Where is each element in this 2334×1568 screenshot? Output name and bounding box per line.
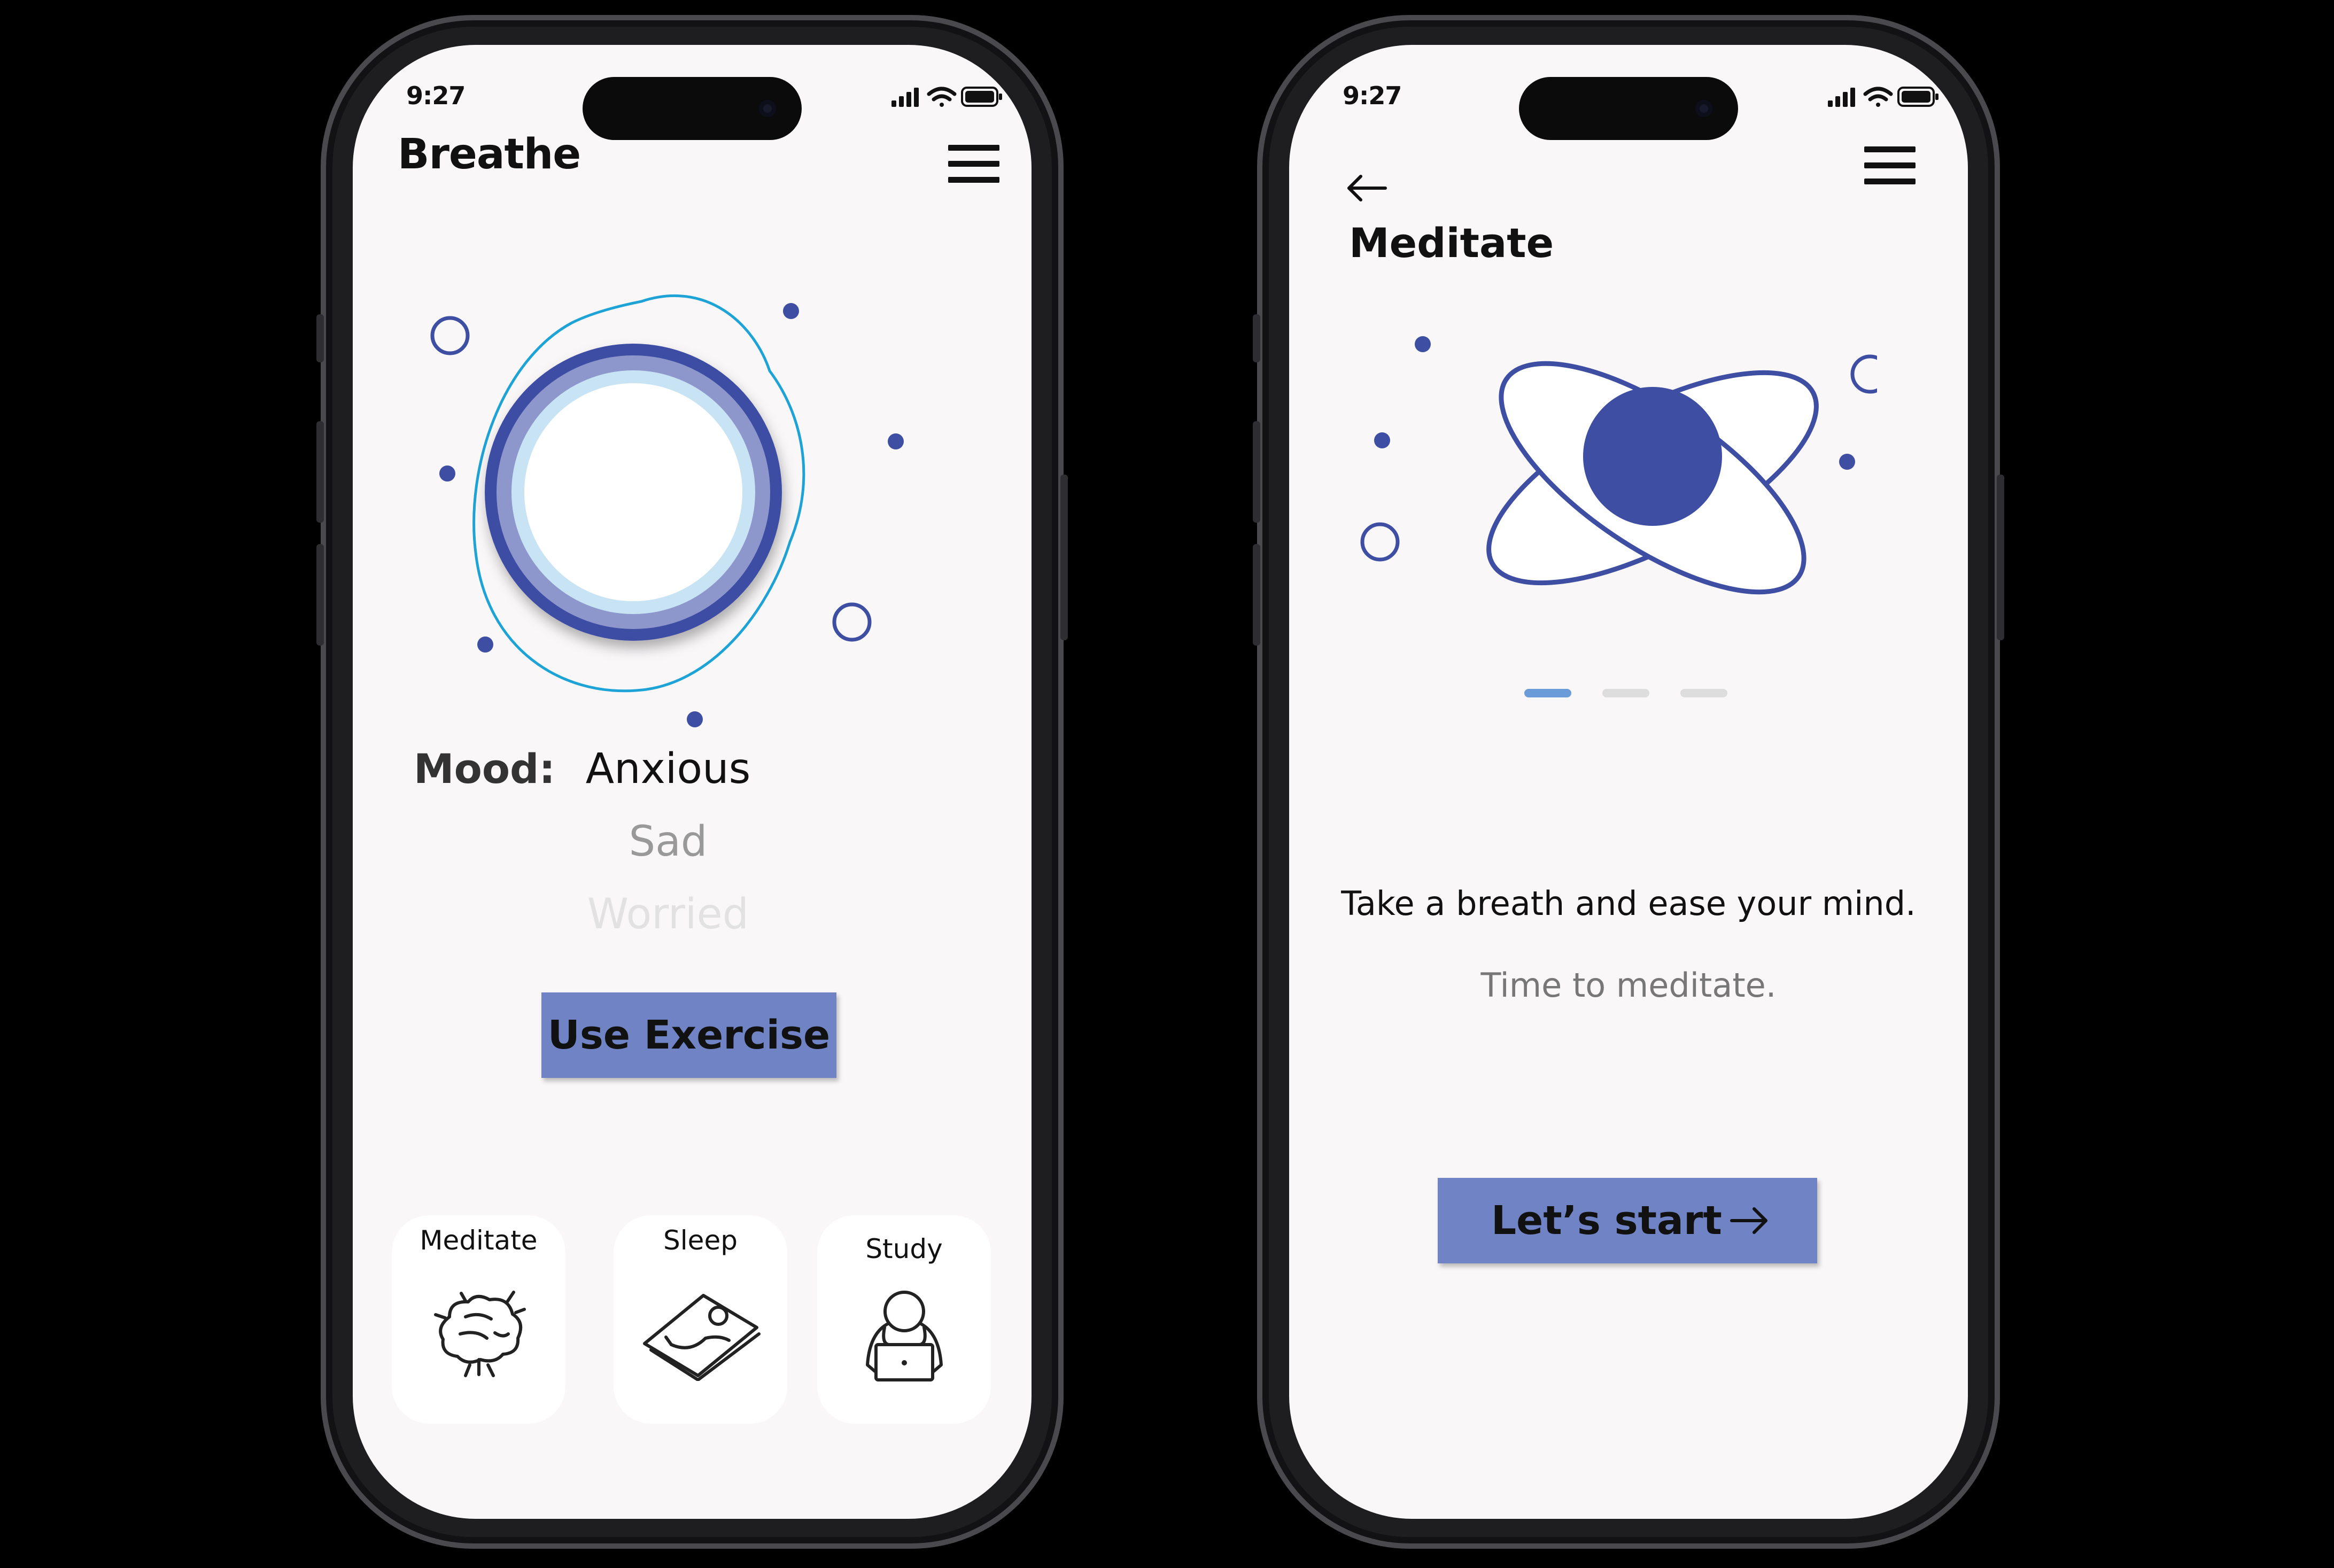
side-button (1253, 314, 1260, 362)
category-label: Sleep (663, 1225, 738, 1256)
breathe-screen: 9:27 Breathe Mood: Anxious Sad Worried U… (353, 45, 1032, 1519)
battery-icon (961, 87, 1002, 107)
wifi-icon (1863, 87, 1893, 107)
mood-option-worried[interactable]: Worried (534, 890, 802, 938)
use-exercise-button[interactable]: Use Exercise (541, 992, 836, 1078)
volume-up-button (316, 421, 324, 523)
decor-ring (1850, 354, 1877, 394)
decor-ring (1360, 522, 1400, 562)
category-card-sleep[interactable]: Sleep (614, 1215, 787, 1424)
power-button (1997, 475, 2004, 640)
decor-ring (832, 602, 872, 642)
signal-icon (891, 88, 919, 107)
status-icons (891, 87, 1002, 107)
wifi-icon (927, 87, 957, 107)
lets-start-button[interactable]: Let’s start (1438, 1178, 1817, 1263)
dynamic-island (1519, 77, 1738, 140)
power-button (1060, 475, 1068, 640)
decor-dot (1839, 454, 1855, 470)
decor-dot (687, 711, 703, 727)
planet (1583, 387, 1722, 526)
phone-frame-breathe: 9:27 Breathe Mood: Anxious Sad Worried U… (316, 15, 1068, 1549)
sleeping-person-icon (642, 1294, 761, 1381)
lets-start-label: Let’s start (1491, 1198, 1722, 1244)
decor-dot (439, 465, 455, 482)
tagline: Take a breath and ease your mind. (1341, 884, 1916, 923)
arrow-right-icon (1730, 1207, 1767, 1234)
category-card-study[interactable]: Study (817, 1215, 991, 1424)
camera-icon (1695, 100, 1712, 117)
volume-down-button (316, 544, 324, 646)
hamburger-menu-icon[interactable] (1864, 146, 1916, 185)
category-label: Meditate (420, 1225, 538, 1256)
status-time: 9:27 (1343, 81, 1402, 110)
person-laptop-icon (865, 1291, 943, 1381)
page-dot-active[interactable] (1524, 689, 1571, 697)
side-button (316, 314, 324, 362)
brain-icon (433, 1291, 526, 1377)
decor-dot (1415, 336, 1431, 352)
mood-option-sad[interactable]: Sad (534, 818, 802, 866)
app-title: Breathe (398, 130, 581, 178)
category-card-meditate[interactable]: Meditate (392, 1215, 565, 1424)
battery-icon (1897, 87, 1938, 107)
volume-down-button (1253, 544, 1260, 646)
dynamic-island (583, 77, 802, 140)
decor-dot (477, 636, 493, 653)
status-icons (1828, 87, 1938, 107)
page-indicator (1524, 689, 1727, 701)
decor-dot (888, 433, 904, 449)
page-dot[interactable] (1602, 689, 1649, 697)
phone-frame-meditate: 9:27 Meditate Take a breath and ease you… (1253, 15, 2004, 1549)
decor-dot (1374, 432, 1390, 448)
decor-dot (783, 303, 799, 319)
breath-inner-circle (524, 383, 742, 601)
camera-icon (759, 100, 776, 117)
signal-icon (1828, 88, 1855, 107)
orbit-planet-illustration (1360, 336, 1877, 595)
page-title: Meditate (1349, 219, 1554, 267)
back-arrow-icon[interactable] (1345, 172, 1390, 204)
breathing-circle-illustration (430, 294, 904, 727)
status-time: 9:27 (406, 81, 466, 110)
page-dot[interactable] (1680, 689, 1727, 697)
meditate-screen: 9:27 Meditate Take a breath and ease you… (1289, 45, 1968, 1519)
category-label: Study (865, 1233, 943, 1264)
volume-up-button (1253, 421, 1260, 523)
mood-option-anxious[interactable]: Anxious (534, 745, 802, 793)
hamburger-menu-icon[interactable] (948, 145, 999, 183)
decor-ring (430, 316, 470, 355)
subline: Time to meditate. (1480, 966, 1777, 1005)
